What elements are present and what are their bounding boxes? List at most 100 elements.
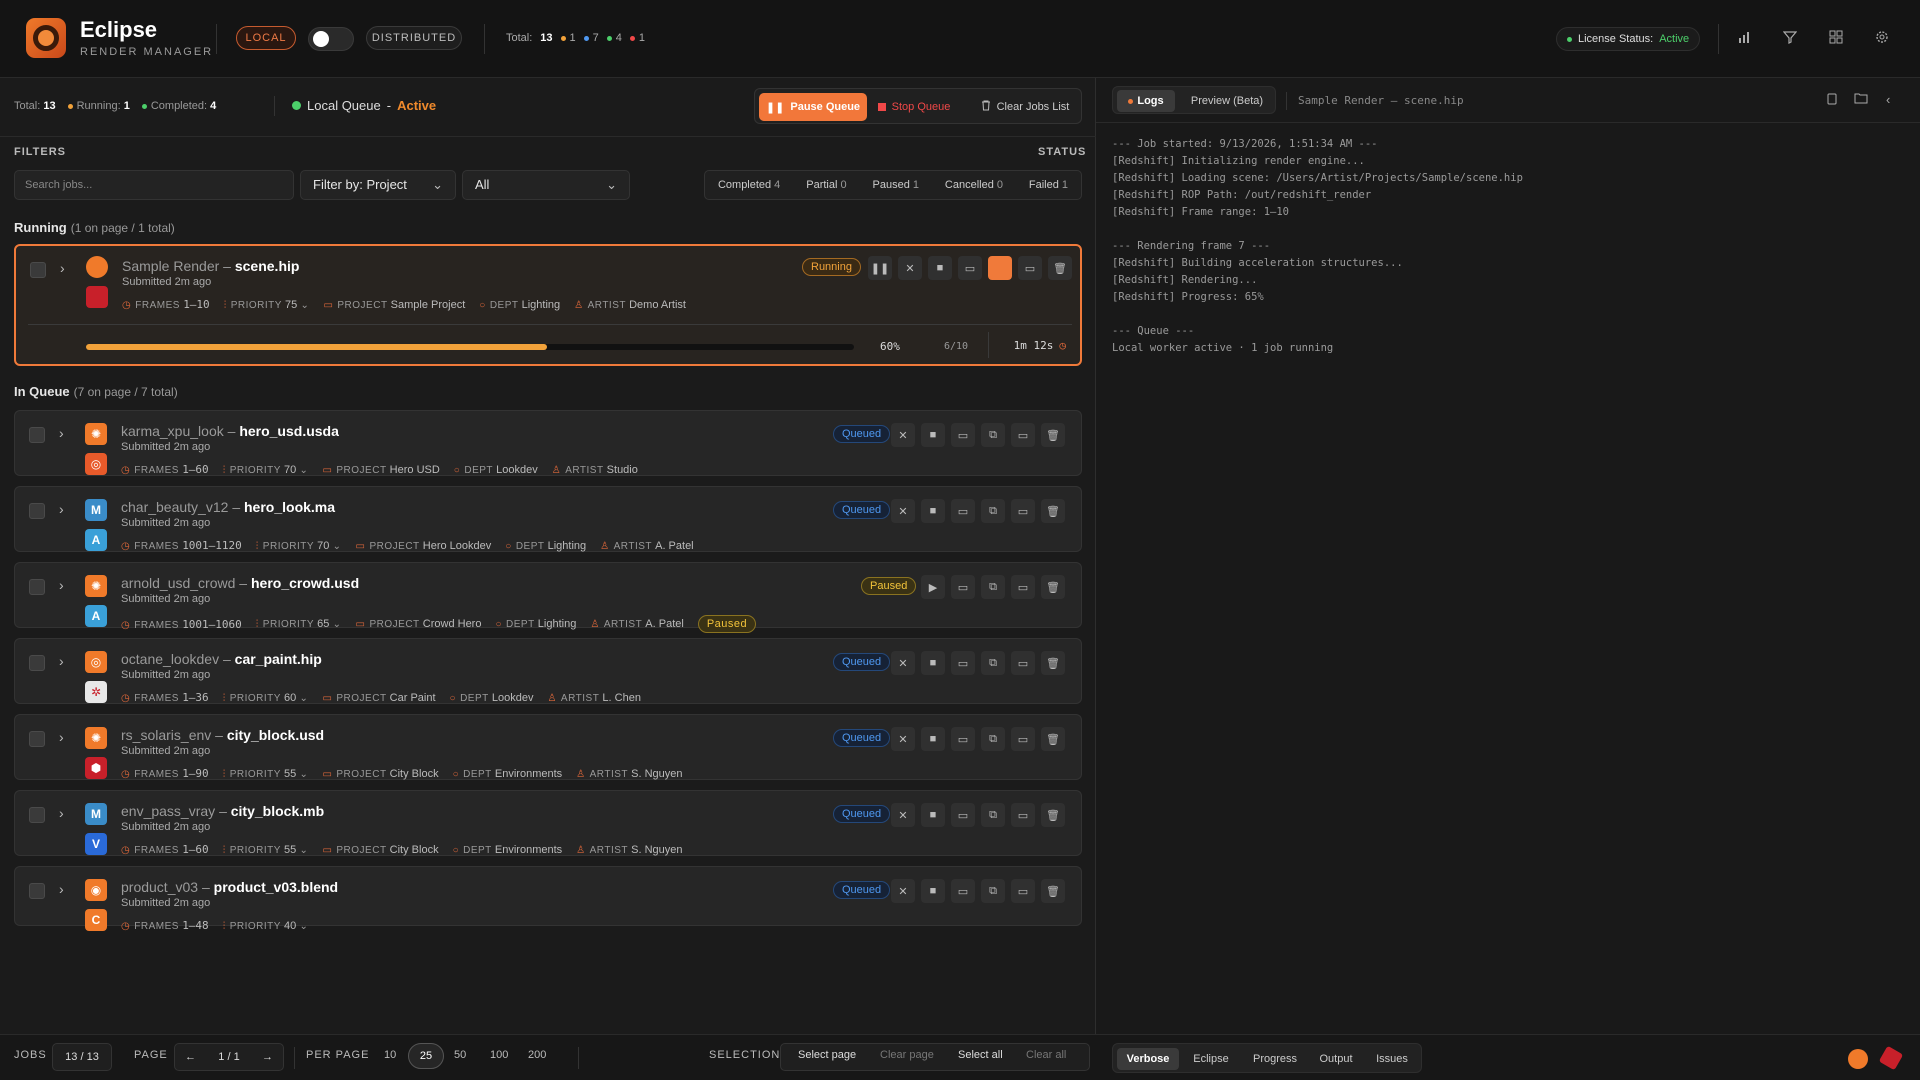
status-filter-cancelled[interactable]: Cancelled 0 <box>945 179 1003 191</box>
mode-toggle[interactable] <box>308 27 354 51</box>
cancel-job-button[interactable]: ✕ <box>891 727 915 751</box>
priority-dropdown[interactable]: ⫶ PRIORITY 70 ⌄ <box>256 540 342 552</box>
preview-button[interactable] <box>988 256 1012 280</box>
priority-dropdown[interactable]: ⫶ PRIORITY 40 ⌄ <box>223 920 309 932</box>
delete-button[interactable]: 🗑 <box>1041 879 1065 903</box>
stop-job-button[interactable]: ■ <box>921 499 945 523</box>
next-page-icon[interactable]: → <box>262 1051 273 1063</box>
tab-preview[interactable]: Preview (Beta) <box>1181 90 1273 112</box>
stats-chart-icon[interactable] <box>1736 30 1752 46</box>
folder-button[interactable]: ▭ <box>951 803 975 827</box>
stop-job-button[interactable]: ■ <box>928 256 952 280</box>
tab-logs[interactable]: Logs <box>1117 90 1175 112</box>
filter-value-select[interactable]: All ⌄ <box>462 170 630 200</box>
priority-dropdown[interactable]: ⫶ PRIORITY 55 ⌄ <box>223 768 309 780</box>
priority-dropdown[interactable]: ⫶ PRIORITY 70 ⌄ <box>223 464 309 476</box>
folder-button[interactable]: ▭ <box>958 256 982 280</box>
delete-button[interactable]: 🗑 <box>1048 256 1072 280</box>
job-card[interactable]: › ◎ ✲ octane_lookdev – car_paint.hip Sub… <box>14 638 1082 704</box>
delete-button[interactable]: 🗑 <box>1041 423 1065 447</box>
clear-jobs-button[interactable]: Clear Jobs List <box>971 93 1079 121</box>
job-checkbox[interactable] <box>29 503 45 519</box>
filter-icon[interactable] <box>1782 30 1798 46</box>
job-checkbox[interactable] <box>30 262 46 278</box>
copy-button[interactable]: ⧉ <box>981 727 1005 751</box>
select-page-button[interactable]: Select page <box>798 1049 856 1061</box>
grid-icon[interactable] <box>1828 30 1844 46</box>
chevron-right-icon[interactable]: › <box>59 653 64 669</box>
per-page-option[interactable]: 25 <box>408 1043 444 1069</box>
priority-dropdown[interactable]: ⫶ PRIORITY 65 ⌄ <box>256 618 342 630</box>
license-status[interactable]: License Status: Active <box>1556 27 1701 51</box>
chevron-right-icon[interactable]: › <box>59 501 64 517</box>
copy-button[interactable]: ⧉ <box>981 575 1005 599</box>
stop-queue-button[interactable]: Stop Queue <box>873 93 955 121</box>
stop-job-button[interactable]: ■ <box>921 803 945 827</box>
job-card[interactable]: › ✺ A arnold_usd_crowd – hero_crowd.usd … <box>14 562 1082 633</box>
folder-button[interactable]: ▭ <box>951 651 975 675</box>
prev-page-icon[interactable]: ← <box>185 1051 196 1063</box>
camera-button[interactable]: ▭ <box>1011 575 1035 599</box>
stop-job-button[interactable]: ■ <box>921 879 945 903</box>
status-filter-paused[interactable]: Paused 1 <box>873 179 919 191</box>
status-filter-completed[interactable]: Completed 4 <box>718 179 780 191</box>
per-page-option[interactable]: 50 <box>454 1049 466 1061</box>
job-card[interactable]: › M A char_beauty_v12 – hero_look.ma Sub… <box>14 486 1082 552</box>
chevron-right-icon[interactable]: › <box>60 260 65 276</box>
tab-progress[interactable]: Progress <box>1243 1048 1307 1070</box>
status-filter-failed[interactable]: Failed 1 <box>1029 179 1068 191</box>
chevron-right-icon[interactable]: › <box>59 805 64 821</box>
folder-button[interactable]: ▭ <box>951 879 975 903</box>
chevron-right-icon[interactable]: › <box>59 729 64 745</box>
play-job-button[interactable]: ▶ <box>921 575 945 599</box>
folder-icon[interactable] <box>1854 92 1868 107</box>
job-checkbox[interactable] <box>29 427 45 443</box>
copy-button[interactable]: ⧉ <box>981 499 1005 523</box>
priority-dropdown[interactable]: ⫶ PRIORITY 55 ⌄ <box>223 844 309 856</box>
folder-button[interactable]: ▭ <box>951 727 975 751</box>
status-filter-partial[interactable]: Partial 0 <box>806 179 846 191</box>
stop-job-button[interactable]: ■ <box>921 651 945 675</box>
clear-all-button[interactable]: Clear all <box>1026 1049 1066 1061</box>
delete-button[interactable]: 🗑 <box>1041 575 1065 599</box>
priority-dropdown[interactable]: ⫶ PRIORITY 75 ⌄ <box>224 299 310 311</box>
camera-button[interactable]: ▭ <box>1018 256 1042 280</box>
job-card[interactable]: › M V env_pass_vray – city_block.mb Subm… <box>14 790 1082 856</box>
distributed-mode-button[interactable]: DISTRIBUTED <box>366 26 462 50</box>
copy-icon[interactable] <box>1826 92 1838 108</box>
cancel-job-button[interactable]: ✕ <box>898 256 922 280</box>
cancel-job-button[interactable]: ✕ <box>891 803 915 827</box>
copy-button[interactable]: ⧉ <box>981 803 1005 827</box>
chevron-right-icon[interactable]: › <box>59 425 64 441</box>
job-checkbox[interactable] <box>29 731 45 747</box>
job-checkbox[interactable] <box>29 807 45 823</box>
local-mode-button[interactable]: LOCAL <box>236 26 296 50</box>
per-page-option[interactable]: 200 <box>528 1049 546 1061</box>
camera-button[interactable]: ▭ <box>1011 727 1035 751</box>
per-page-option[interactable]: 10 <box>384 1049 396 1061</box>
folder-button[interactable]: ▭ <box>951 423 975 447</box>
cancel-job-button[interactable]: ✕ <box>891 423 915 447</box>
search-input[interactable]: Search jobs... <box>14 170 294 200</box>
job-card[interactable]: › ◉ C product_v03 – product_v03.blend Su… <box>14 866 1082 932</box>
priority-dropdown[interactable]: ⫶ PRIORITY 60 ⌄ <box>223 692 309 704</box>
per-page-option[interactable]: 100 <box>490 1049 508 1061</box>
delete-button[interactable]: 🗑 <box>1041 727 1065 751</box>
stop-job-button[interactable]: ■ <box>921 423 945 447</box>
job-checkbox[interactable] <box>29 579 45 595</box>
select-all-button[interactable]: Select all <box>958 1049 1003 1061</box>
running-job-card[interactable]: › Sample Render – scene.hip Submitted 2m… <box>14 244 1082 366</box>
collapse-panel-icon[interactable]: ‹ <box>1886 92 1890 107</box>
stop-job-button[interactable]: ■ <box>921 727 945 751</box>
delete-button[interactable]: 🗑 <box>1041 803 1065 827</box>
folder-button[interactable]: ▭ <box>951 575 975 599</box>
camera-button[interactable]: ▭ <box>1011 499 1035 523</box>
filter-by-select[interactable]: Filter by: Project ⌄ <box>300 170 456 200</box>
tab-verbose[interactable]: Verbose <box>1117 1048 1179 1070</box>
copy-button[interactable]: ⧉ <box>981 423 1005 447</box>
tab-output[interactable]: Output <box>1311 1048 1361 1070</box>
delete-button[interactable]: 🗑 <box>1041 499 1065 523</box>
gear-icon[interactable] <box>1874 30 1890 46</box>
clear-page-button[interactable]: Clear page <box>880 1049 934 1061</box>
chevron-right-icon[interactable]: › <box>59 881 64 897</box>
